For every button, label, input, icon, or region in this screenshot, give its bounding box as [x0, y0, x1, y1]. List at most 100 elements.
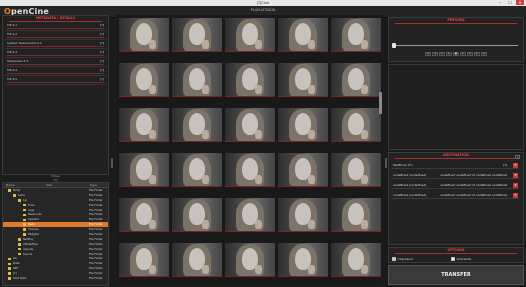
metadata-key: T.B.S.1 — [7, 23, 18, 27]
column-type[interactable]: Type — [87, 183, 97, 187]
overwrite-label: Overwrite — [456, 257, 472, 261]
destination-row[interactable]: undefined (undefined) undefined undefined… — [391, 191, 519, 199]
thumbnail-frame[interactable] — [172, 63, 222, 97]
transfer-button[interactable]: TRANSFER — [388, 265, 524, 285]
option-overwrite[interactable]: Overwrite — [451, 257, 471, 261]
folder-icon — [8, 277, 11, 280]
thumbnail-frame[interactable] — [331, 243, 381, 277]
playback-button[interactable]: ▸ — [474, 52, 480, 56]
destination-free-space: undefined undefined of undefined undefin… — [439, 193, 507, 197]
destination-row[interactable]: undefined (undefined) undefined undefined… — [391, 181, 519, 189]
grid-scrollbar[interactable] — [379, 92, 382, 114]
thumbnail-frame[interactable] — [225, 63, 275, 97]
thumbnail-frame[interactable] — [225, 153, 275, 187]
thumbnail-frame[interactable] — [225, 243, 275, 277]
left-splitter[interactable] — [110, 18, 114, 286]
preview-viewport — [388, 64, 524, 150]
splitter-grip[interactable] — [111, 158, 113, 168]
thumbnail-frame[interactable] — [119, 108, 169, 142]
folder-icon — [23, 233, 26, 236]
checksum-checkbox[interactable]: ✓ — [392, 257, 396, 261]
thumbnail-frame[interactable] — [119, 153, 169, 187]
destination-path: undefined (undefined) — [393, 173, 427, 177]
folder-icon — [8, 262, 11, 266]
metadata-bar — [7, 64, 104, 65]
file-tree: Name Size Type Temp File Folder build File … — [2, 182, 109, 286]
seek-handle[interactable] — [392, 43, 396, 48]
folder-icon — [23, 223, 26, 227]
metadata-row: T.B.S.4 [?] — [5, 67, 106, 76]
destination-path: TestDrive (T:) — [393, 163, 413, 167]
metadata-value: [?] — [100, 59, 104, 63]
destination-path: undefined (undefined) — [393, 193, 427, 197]
thumbnail-frame[interactable] — [172, 243, 222, 277]
column-size[interactable]: Size — [43, 183, 87, 187]
thumbnail-frame[interactable] — [119, 18, 169, 52]
add-destination-button[interactable]: + — [515, 155, 520, 159]
folder-icon — [8, 257, 11, 261]
thumbnail-frame[interactable] — [278, 18, 328, 52]
thumbnail-frame[interactable] — [331, 18, 381, 52]
column-name[interactable]: Name — [3, 183, 43, 187]
metadata-row: T.B.S.2 [?] — [5, 31, 106, 40]
folder-icon — [23, 228, 26, 231]
playback-button[interactable]: ◂ — [425, 52, 431, 56]
metadata-value: [?] — [100, 32, 104, 36]
thumbnail-frame[interactable] — [119, 63, 169, 97]
thumbnail-frame[interactable] — [331, 63, 381, 97]
thumbnail-frame[interactable] — [331, 153, 381, 187]
destination-panel: DESTINATION + TestDrive (T:) [?] ✕ undefine… — [388, 152, 524, 245]
overwrite-checkbox[interactable] — [451, 257, 455, 261]
minimize-icon[interactable]: – — [496, 0, 504, 5]
thumbnail-frame[interactable] — [225, 108, 275, 142]
playback-button[interactable]: ▸ — [446, 52, 452, 56]
folder-icon — [8, 189, 11, 192]
destination-row[interactable]: TestDrive (T:) [?] ✕ — [391, 161, 519, 169]
thumbnail-frame[interactable] — [278, 153, 328, 187]
close-icon[interactable]: ✕ — [516, 0, 524, 5]
thumbnail-frame[interactable] — [331, 108, 381, 142]
remove-destination-icon[interactable]: ✕ — [513, 162, 518, 168]
thumbnail-frame[interactable] — [331, 198, 381, 232]
metadata-bar — [7, 55, 104, 56]
remove-destination-icon[interactable]: ✕ — [513, 172, 518, 178]
playback-button[interactable]: ▸ — [481, 52, 487, 56]
thumbnail-frame[interactable] — [278, 243, 328, 277]
seek-bar[interactable] — [396, 45, 518, 46]
playback-button[interactable]: ■ — [453, 52, 459, 56]
folder-icon — [13, 194, 16, 197]
destination-free-space: [?] — [503, 163, 507, 167]
folder-icon — [23, 203, 26, 207]
metadata-bar — [7, 82, 104, 83]
metadata-value: [?] — [100, 68, 104, 72]
thumbnail-frame[interactable] — [172, 153, 222, 187]
maximize-icon[interactable]: ☐ — [506, 0, 514, 5]
splitter-grip[interactable] — [385, 158, 387, 168]
destination-row[interactable]: undefined (undefined) undefined undefined… — [391, 171, 519, 179]
metadata-key: T.B.S.4 — [7, 68, 18, 72]
thumbnail-frame[interactable] — [172, 198, 222, 232]
playback-button[interactable]: ▸ — [460, 52, 466, 56]
thumbnail-frame[interactable] — [278, 108, 328, 142]
tree-rows: Temp File Folder build File Folder bin File F… — [3, 188, 108, 281]
destination-free-space: undefined undefined of undefined undefin… — [439, 173, 507, 177]
thumbnail-frame[interactable] — [172, 18, 222, 52]
thumbnail-frame[interactable] — [278, 63, 328, 97]
thumbnail-frame[interactable] — [119, 243, 169, 277]
thumbnail-frame[interactable] — [278, 198, 328, 232]
playback-button[interactable]: ◂ — [432, 52, 438, 56]
tree-row[interactable]: Shot Data File Folder — [3, 276, 108, 281]
folder-icon — [23, 213, 26, 217]
thumbnail-frame[interactable] — [225, 198, 275, 232]
remove-destination-icon[interactable]: ✕ — [513, 182, 518, 188]
preview-panel: PREVIEW ◂ ◂ ▸ ▸ ■ ▸ ▸ ▸ ▸ — [388, 17, 524, 62]
option-checksum[interactable]: ✓ Checksum — [392, 257, 413, 261]
thumbnail-frame[interactable] — [172, 108, 222, 142]
thumbnail-frame[interactable] — [119, 198, 169, 232]
thumbnail-frame[interactable] — [225, 18, 275, 52]
playback-button[interactable]: ▸ — [467, 52, 473, 56]
playback-controls: ◂ ◂ ▸ ▸ ■ ▸ ▸ ▸ ▸ — [425, 52, 487, 56]
playback-button[interactable]: ▸ — [439, 52, 445, 56]
metadata-row: T.B.S.1 [?] — [5, 22, 106, 31]
remove-destination-icon[interactable]: ✕ — [513, 192, 518, 198]
